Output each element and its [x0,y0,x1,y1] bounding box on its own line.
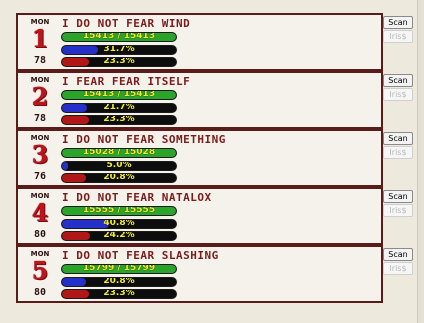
hp-bar: 15028 / 15028 [61,148,177,158]
hp-bar: 15413 / 15413 [61,90,177,100]
character-name: I DO NOT FEAR WIND [62,17,191,30]
slot-number-icon: 2 [31,82,49,111]
mp-bar-text: 21.7% [103,103,135,112]
xp-bar: 23.3% [61,289,177,299]
slot-number-icon: 5 [31,256,49,285]
xp-bar-text: 20.8% [103,173,135,182]
character-card: MON 1 78 I DO NOT FEAR WIND 15413 / 1541… [16,13,383,71]
character-level: 78 [33,55,47,66]
iris-button[interactable]: Iris$ [383,30,413,43]
character-name: I DO NOT FEAR SLASHING [62,249,219,262]
character-card: MON 4 80 I DO NOT FEAR NATALOX 15555 / 1… [16,187,383,245]
xp-bar: 24.2% [61,231,177,241]
mp-bar: 31.7% [61,45,177,55]
character-card: MON 3 76 I DO NOT FEAR SOMETHING 15028 /… [16,129,383,187]
iris-button[interactable]: Iris$ [383,146,413,159]
xp-bar: 20.8% [61,173,177,183]
hp-bar: 15799 / 15799 [61,264,177,274]
character-level: 76 [33,171,47,182]
character-name: I DO NOT FEAR NATALOX [62,191,212,204]
slot-number-icon: 3 [31,140,49,169]
hp-bar: 15413 / 15413 [61,32,177,42]
mp-bar: 21.7% [61,103,177,113]
xp-bar-text: 23.3% [103,115,135,124]
slot-number-icon: 4 [31,198,49,227]
xp-bar-text: 24.2% [103,231,135,240]
scrollbar[interactable] [417,0,424,323]
scan-button[interactable]: Scan [383,190,413,203]
mp-bar-text: 5.0% [106,161,132,170]
hp-bar-text: 15413 / 15413 [82,32,156,41]
xp-bar: 23.3% [61,57,177,67]
xp-bar-text: 23.3% [103,289,135,298]
mp-bar: 5.0% [61,161,177,171]
scan-button[interactable]: Scan [383,132,413,145]
mp-bar-text: 20.8% [103,277,135,286]
character-name: I FEAR FEAR ITSELF [62,75,191,88]
xp-bar: 23.3% [61,115,177,125]
character-level: 78 [33,113,47,124]
character-card: MON 5 80 I DO NOT FEAR SLASHING 15799 / … [16,245,383,303]
hp-bar-text: 15413 / 15413 [82,90,156,99]
mp-bar-text: 31.7% [103,45,135,54]
iris-button[interactable]: Iris$ [383,204,413,217]
character-card: MON 2 78 I FEAR FEAR ITSELF 15413 / 1541… [16,71,383,129]
iris-button[interactable]: Iris$ [383,262,413,275]
slot-number-icon: 1 [31,24,49,53]
character-level: 80 [33,287,47,298]
scan-button[interactable]: Scan [383,74,413,87]
xp-bar-text: 23.3% [103,57,135,66]
iris-button[interactable]: Iris$ [383,88,413,101]
hp-bar-text: 15799 / 15799 [82,264,156,273]
hp-bar: 15555 / 15555 [61,206,177,216]
mp-bar: 40.8% [61,219,177,229]
mp-bar-text: 40.8% [103,219,135,228]
scan-button[interactable]: Scan [383,16,413,29]
character-name: I DO NOT FEAR SOMETHING [62,133,226,146]
scan-button[interactable]: Scan [383,248,413,261]
character-level: 80 [33,229,47,240]
hp-bar-text: 15028 / 15028 [82,148,156,157]
hp-bar-text: 15555 / 15555 [82,206,156,215]
mp-bar: 20.8% [61,277,177,287]
